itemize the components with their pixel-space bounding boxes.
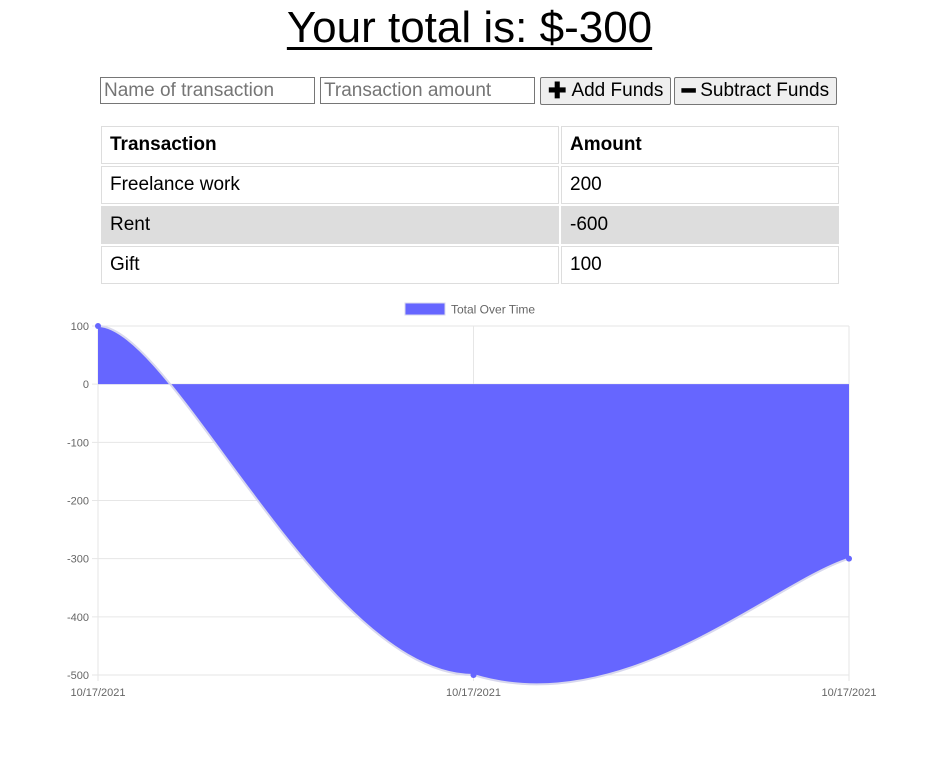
legend-swatch (404, 302, 446, 316)
y-tick-label: -300 (67, 554, 89, 566)
total-over-time-chart: 100 0 -100 -200 -300 -400 -500 10/17/2021 10/17/… (67, 302, 877, 699)
x-tick-label: 10/17/2021 (70, 687, 125, 699)
y-tick-label: 100 (71, 321, 89, 333)
y-tick-label: -100 (67, 437, 89, 449)
data-point (470, 672, 477, 678)
data-point (95, 323, 101, 329)
legend-label: Total Over Time (451, 303, 535, 317)
y-tick-label: -200 (67, 496, 89, 508)
y-tick-label: -500 (67, 670, 89, 682)
y-tick-label: 0 (83, 379, 89, 391)
y-tick-label: -400 (67, 612, 89, 624)
data-point (846, 555, 852, 562)
x-tick-label: 10/17/2021 (821, 687, 876, 699)
x-tick-label: 10/17/2021 (446, 687, 501, 699)
